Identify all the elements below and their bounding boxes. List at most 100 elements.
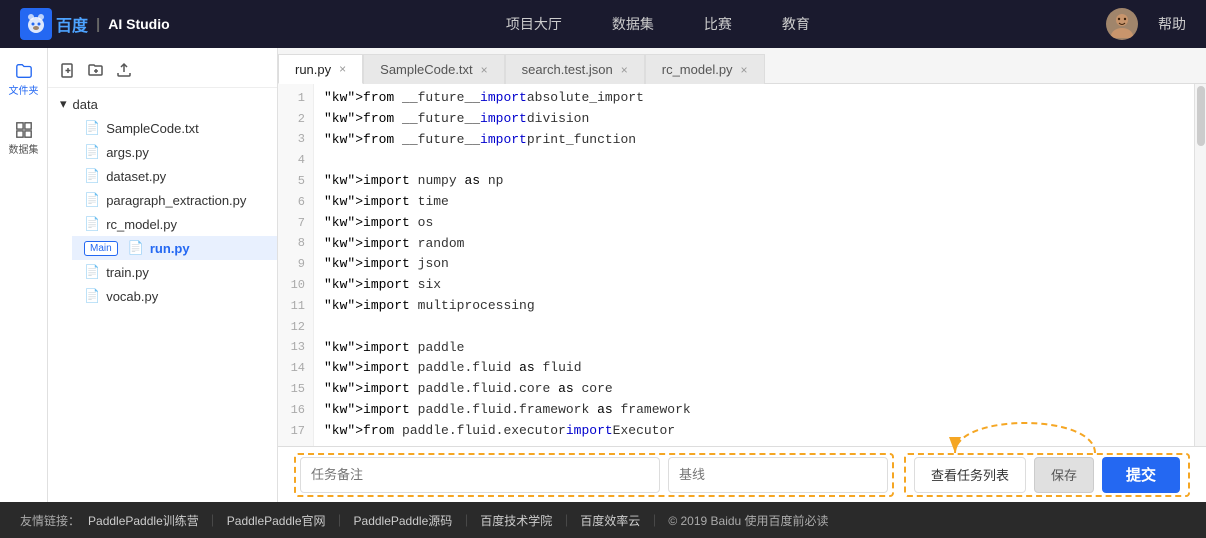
file-item-args[interactable]: 📄 args.py (72, 140, 277, 164)
line-number: 10 (278, 275, 313, 296)
footer-link-paddleofficial[interactable]: PaddlePaddle官网 (227, 512, 326, 529)
tab-runpy[interactable]: run.py × (278, 54, 363, 84)
file-icon-rcmodel: 📄 (84, 216, 100, 232)
footer-sep-1: ｜ (207, 512, 219, 529)
nav-link-competition[interactable]: 比赛 (704, 14, 732, 34)
tabs-bar: run.py × SampleCode.txt × search.test.js… (278, 48, 1206, 84)
footer-link-baiduefficiency[interactable]: 百度效率云 (580, 512, 640, 529)
action-buttons-area: 查看任务列表 保存 提交 (904, 453, 1190, 497)
file-icon-vocab: 📄 (84, 288, 100, 304)
topnav-right: 帮助 (1106, 8, 1186, 40)
file-name-paragraph: paragraph_extraction.py (106, 193, 246, 208)
tab-samplecode[interactable]: SampleCode.txt × (363, 54, 505, 84)
topnav: 百度 | AI Studio 项目大厅 数据集 比赛 教育 帮助 (0, 0, 1206, 48)
sidebar-icons: 文件夹 数据集 (0, 48, 48, 502)
file-icon-train: 📄 (84, 264, 100, 280)
chevron-down-icon: ▾ (60, 96, 67, 112)
line-number: 13 (278, 338, 313, 359)
code-line: "kw">import multiprocessing (324, 296, 1194, 317)
file-tree-toolbar (48, 56, 277, 88)
avatar[interactable] (1106, 8, 1138, 40)
task-input-area (294, 453, 894, 497)
submit-button[interactable]: 提交 (1102, 457, 1180, 493)
code-editor: 123456789101112131415161718192021222324 … (278, 84, 1206, 446)
file-name-samplecode: SampleCode.txt (106, 121, 199, 136)
code-line: "kw">import os (324, 213, 1194, 234)
line-number: 2 (278, 109, 313, 130)
file-item-vocab[interactable]: 📄 vocab.py (72, 284, 277, 308)
code-line: "kw">import time (324, 192, 1194, 213)
file-item-samplecode[interactable]: 📄 SampleCode.txt (72, 116, 277, 140)
code-content[interactable]: "kw">from __future__ import absolute_imp… (314, 84, 1194, 446)
new-folder-icon[interactable] (88, 62, 104, 81)
line-number: 6 (278, 192, 313, 213)
tab-rcmodel-close[interactable]: × (741, 64, 748, 76)
line-number: 3 (278, 130, 313, 151)
line-number: 9 (278, 254, 313, 275)
footer-sep-4: ｜ (560, 512, 572, 529)
code-line: "kw">import random (324, 234, 1194, 255)
code-line: "kw">import numpy as np (324, 171, 1194, 192)
file-icon-samplecode: 📄 (84, 120, 100, 136)
file-name-args: args.py (106, 145, 149, 160)
baseline-input[interactable] (668, 457, 888, 493)
logo: 百度 | AI Studio (20, 8, 170, 40)
footer-copyright: © 2019 Baidu 使用百度前必读 (668, 512, 828, 529)
line-number: 16 (278, 400, 313, 421)
logo-divider: | (96, 16, 100, 33)
vertical-scrollbar[interactable] (1194, 84, 1206, 446)
tab-runpy-label: run.py (295, 62, 331, 77)
file-item-rcmodel[interactable]: 📄 rc_model.py (72, 212, 277, 236)
tab-searchtestjson[interactable]: search.test.json × (505, 54, 645, 84)
tab-searchtestjson-label: search.test.json (522, 62, 613, 77)
code-line: "kw">import paddle.fluid.framework as fr… (324, 400, 1194, 421)
tab-runpy-close[interactable]: × (339, 63, 346, 75)
code-line (324, 317, 1194, 338)
tab-searchtestjson-close[interactable]: × (621, 64, 628, 76)
nav-link-education[interactable]: 教育 (782, 14, 810, 34)
file-name-runpy: run.py (150, 241, 190, 256)
file-name-vocab: vocab.py (106, 289, 158, 304)
main-badge: Main (84, 241, 118, 256)
new-file-icon[interactable] (60, 62, 76, 81)
tab-samplecode-label: SampleCode.txt (380, 62, 473, 77)
tab-samplecode-close[interactable]: × (481, 64, 488, 76)
file-name-train: train.py (106, 265, 149, 280)
help-link[interactable]: 帮助 (1158, 14, 1186, 34)
bottom-toolbar: 查看任务列表 保存 提交 (278, 446, 1206, 502)
file-item-paragraph[interactable]: 📄 paragraph_extraction.py (72, 188, 277, 212)
code-line (324, 150, 1194, 171)
file-item-train[interactable]: 📄 train.py (72, 260, 277, 284)
footer-link-paddlecamp[interactable]: PaddlePaddle训练营 (88, 512, 199, 529)
nav-link-projects[interactable]: 项目大厅 (506, 14, 562, 34)
sidebar-item-files[interactable]: 文件夹 (3, 58, 45, 101)
sidebar-item-dataset-label: 数据集 (9, 141, 39, 156)
footer-sep-3: ｜ (460, 512, 472, 529)
nav-link-datasets[interactable]: 数据集 (612, 14, 654, 34)
scrollbar-thumb[interactable] (1197, 86, 1205, 146)
upload-icon[interactable] (116, 62, 132, 81)
footer-prefix: 友情链接： (20, 512, 80, 529)
tab-rcmodel[interactable]: rc_model.py × (645, 54, 765, 84)
file-tree-root[interactable]: ▾ data (48, 92, 277, 116)
tab-rcmodel-label: rc_model.py (662, 62, 733, 77)
file-name-rcmodel: rc_model.py (106, 217, 177, 232)
file-item-runpy[interactable]: Main 📄 run.py (72, 236, 277, 260)
view-tasks-button[interactable]: 查看任务列表 (914, 457, 1026, 493)
code-line: "kw">import json (324, 254, 1194, 275)
file-icon-args: 📄 (84, 144, 100, 160)
sidebar-item-dataset[interactable]: 数据集 (3, 117, 45, 160)
editor-area: run.py × SampleCode.txt × search.test.js… (278, 48, 1206, 502)
line-number: 15 (278, 379, 313, 400)
footer-link-baidutechacademy[interactable]: 百度技术学院 (480, 512, 552, 529)
footer-link-paddlesource[interactable]: PaddlePaddle源码 (354, 512, 453, 529)
code-line: "kw">from __future__ import absolute_imp… (324, 88, 1194, 109)
line-numbers: 123456789101112131415161718192021222324 (278, 84, 314, 446)
task-note-input[interactable] (300, 457, 660, 493)
file-item-dataset[interactable]: 📄 dataset.py (72, 164, 277, 188)
logo-subtitle: AI Studio (108, 16, 169, 32)
code-line: "kw">import paddle (324, 338, 1194, 359)
line-number: 7 (278, 213, 313, 234)
footer: 友情链接： PaddlePaddle训练营 ｜ PaddlePaddle官网 ｜… (0, 502, 1206, 538)
save-button[interactable]: 保存 (1034, 457, 1094, 493)
